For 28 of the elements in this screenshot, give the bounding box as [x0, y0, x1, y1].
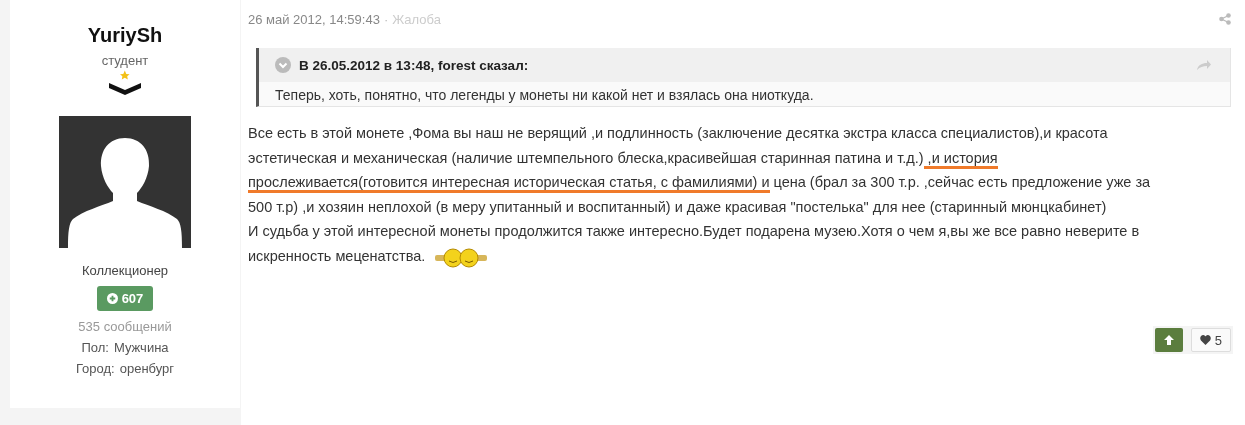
- smiley-drawing: [433, 245, 490, 268]
- post-text-line: прослеживается(готовится интересная историческая статья, с фамилиями) и цена (брал за 300 т.р. ,сейчас есть предложение уже за: [248, 170, 1231, 195]
- collapse-icon[interactable]: [275, 57, 291, 73]
- up-arrow-icon: [1162, 334, 1175, 346]
- post-text-line: И судьба у этой интересной монеты продолжится также интересно.Будет подарена музею.Хотя о чем я,вы же все равно неверите в: [248, 222, 1141, 241]
- share-icon[interactable]: [1219, 13, 1231, 25]
- quote-header: В 26.05.2012 в 13:48, forest сказал:: [299, 57, 529, 73]
- heart-icon: [1199, 335, 1211, 345]
- field-value: оренбург: [119, 361, 175, 376]
- upvote-button[interactable]: [1154, 328, 1183, 352]
- post-count: 535 сообщений: [78, 319, 172, 334]
- separator-dot: ·: [383, 11, 389, 27]
- plus-icon: [106, 293, 118, 304]
- field-label: Город:: [75, 361, 115, 376]
- quote-text: Теперь, хоть, понятно, что легенды у монеты ни какой нет и взялась она ниоткуда.: [259, 82, 1230, 106]
- post-date: 26 май 2012, 14:59:43: [248, 11, 380, 27]
- field-label: Пол:: [81, 340, 109, 355]
- rank-chevron-icon: [108, 70, 142, 96]
- forward-arrow-icon[interactable]: [1196, 59, 1212, 71]
- group-label: Коллекционер: [81, 263, 169, 278]
- post-text-line: 500 т.р) ,и хозяин неплохой (в меру упитанный и воспитанный) и даже красивая "постелька" для нее (старинный мюнцкабинет): [248, 197, 1108, 217]
- field-value: Мужчина: [113, 340, 169, 355]
- username[interactable]: YuriySh: [87, 24, 163, 47]
- post-text-line: эстетическая и механическая (наличие штемпельного блеска,красивейшая старинная патина и т.д.) ,и история: [248, 145, 1231, 170]
- post-text-line: искренность меценатства.: [248, 243, 1231, 268]
- like-button[interactable]: 5: [1190, 328, 1231, 352]
- rank-label: студент: [101, 53, 149, 68]
- post-text-line: Все есть в этой монете ,Фома вы наш не верящий ,и подлинность (заключение десятка экстра класса специалистов),и красота: [248, 124, 1109, 143]
